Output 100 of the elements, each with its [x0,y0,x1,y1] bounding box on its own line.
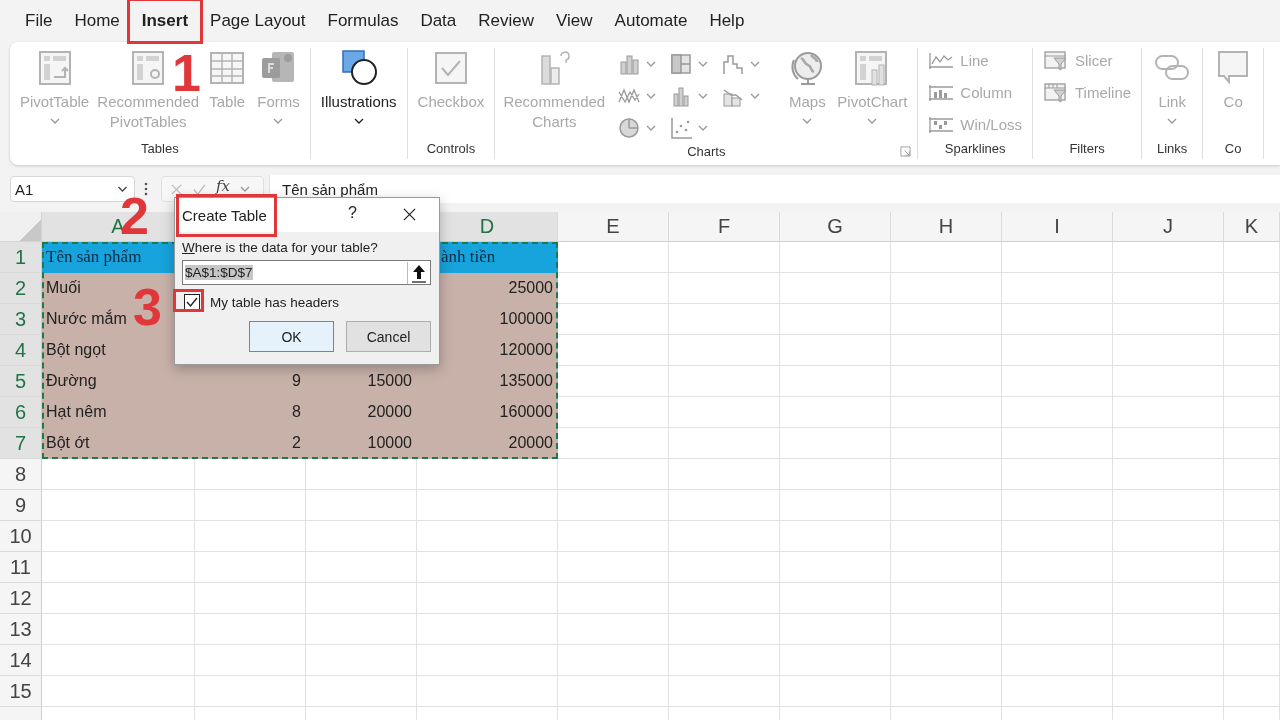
table-cell[interactable] [1224,428,1280,459]
table-cell[interactable] [1002,583,1113,614]
table-cell[interactable] [1113,459,1224,490]
table-cell[interactable] [417,490,558,521]
table-cell[interactable] [417,676,558,707]
table-cell[interactable] [780,366,891,397]
formula-field[interactable]: Tên sản phẩm [269,175,1280,203]
table-cell[interactable] [669,335,780,366]
table-cell[interactable] [669,459,780,490]
table-cell[interactable]: 20000 [417,428,558,459]
table-cell[interactable] [891,459,1002,490]
table-cell[interactable] [669,552,780,583]
table-cell[interactable] [1113,242,1224,273]
table-cell[interactable] [891,273,1002,304]
table-cell[interactable] [1224,459,1280,490]
table-cell[interactable] [417,645,558,676]
table-cell[interactable] [306,583,417,614]
table-cell[interactable] [780,304,891,335]
table-cell[interactable]: 10000 [306,428,417,459]
table-cell[interactable] [42,583,195,614]
row-header[interactable]: 3 [0,304,42,335]
table-cell[interactable] [1002,397,1113,428]
table-cell[interactable] [891,428,1002,459]
table-cell[interactable] [1113,645,1224,676]
row-header[interactable]: 5 [0,366,42,397]
range-field[interactable]: $A$1:$D$7 [182,260,431,285]
table-cell[interactable] [891,521,1002,552]
column-header[interactable]: I [1002,212,1113,242]
table-cell[interactable] [558,583,669,614]
table-cell[interactable] [1224,521,1280,552]
dialog-button[interactable]: Cancel [346,321,431,352]
table-cell[interactable] [558,490,669,521]
table-cell[interactable] [780,335,891,366]
table-cell[interactable]: 20000 [306,397,417,428]
table-cell[interactable] [1224,645,1280,676]
menu-tab[interactable]: Insert [130,5,200,37]
table-cell[interactable] [195,552,306,583]
table-cell[interactable] [42,490,195,521]
menu-tab[interactable]: Review [467,5,546,37]
table-cell[interactable] [42,552,195,583]
table-cell[interactable] [891,335,1002,366]
table-cell[interactable] [1002,614,1113,645]
table-cell[interactable] [780,242,891,273]
table-cell[interactable]: Hạt nêm [42,397,195,428]
menu-tab[interactable]: Help [698,5,756,37]
table-cell[interactable] [669,583,780,614]
table-cell[interactable] [306,521,417,552]
table-cell[interactable] [1224,583,1280,614]
select-all-corner[interactable] [0,212,42,242]
table-cell[interactable] [306,490,417,521]
insert-function-button[interactable]: fx [216,179,230,194]
column-header[interactable]: J [1113,212,1224,242]
table-cell[interactable] [1113,428,1224,459]
table-cell[interactable] [558,552,669,583]
column-header[interactable]: F [669,212,780,242]
ribbon-button[interactable]: Illustrations [316,48,401,124]
table-cell[interactable]: Bột ớt [42,428,195,459]
table-cell[interactable] [195,676,306,707]
table-cell[interactable] [780,521,891,552]
table-cell[interactable] [1113,366,1224,397]
table-cell[interactable] [1113,490,1224,521]
table-cell[interactable] [558,521,669,552]
table-cell[interactable] [1002,273,1113,304]
table-cell[interactable] [195,490,306,521]
table-cell[interactable] [669,490,780,521]
table-cell[interactable] [306,459,417,490]
table-cell[interactable] [891,490,1002,521]
table-cell[interactable] [1113,614,1224,645]
table-cell[interactable] [558,366,669,397]
table-cell[interactable]: 2 [195,428,306,459]
table-cell[interactable] [780,459,891,490]
table-cell[interactable] [891,676,1002,707]
table-cell[interactable] [1224,552,1280,583]
table-cell[interactable] [1002,428,1113,459]
table-cell[interactable] [780,676,891,707]
table-cell[interactable] [42,459,195,490]
checkbox[interactable] [184,294,200,310]
table-cell[interactable] [669,242,780,273]
column-header[interactable]: G [780,212,891,242]
dialog-launcher-icon[interactable] [900,146,912,157]
table-cell[interactable] [417,583,558,614]
table-cell[interactable] [780,397,891,428]
table-cell[interactable] [558,335,669,366]
table-cell[interactable] [558,614,669,645]
table-cell[interactable] [669,521,780,552]
table-cell[interactable] [1113,552,1224,583]
table-cell[interactable] [306,676,417,707]
menu-tab[interactable]: Automate [603,5,699,37]
menu-tab[interactable]: Data [409,5,468,37]
column-header[interactable]: K [1224,212,1280,242]
table-cell[interactable] [1002,521,1113,552]
column-header[interactable]: E [558,212,669,242]
table-cell[interactable] [891,583,1002,614]
table-cell[interactable] [669,676,780,707]
table-cell[interactable] [780,614,891,645]
table-cell[interactable] [306,552,417,583]
table-cell[interactable] [558,304,669,335]
table-cell[interactable] [669,614,780,645]
row-header[interactable]: 11 [0,552,42,583]
table-cell[interactable] [417,614,558,645]
